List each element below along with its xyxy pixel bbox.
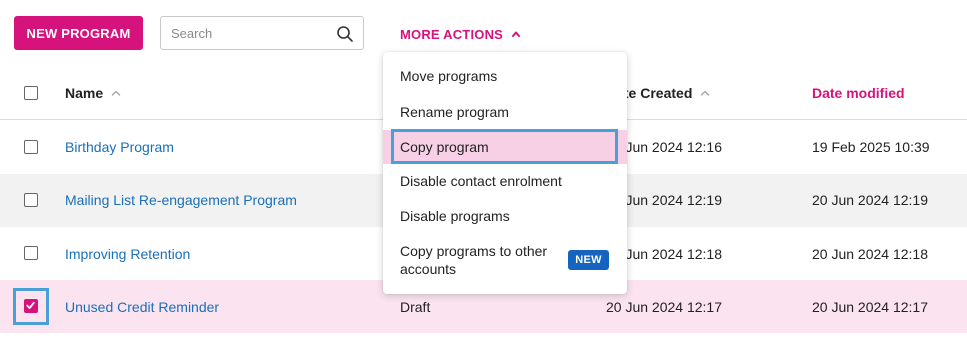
search-input[interactable] — [171, 25, 331, 41]
column-header-date-modified[interactable]: Date modified — [812, 85, 905, 101]
search-box[interactable] — [160, 16, 364, 50]
row-checkbox[interactable] — [24, 193, 38, 207]
program-name-link[interactable]: Improving Retention — [65, 246, 190, 262]
new-program-button[interactable]: NEW PROGRAM — [14, 16, 143, 50]
select-all-checkbox[interactable] — [24, 86, 38, 100]
menu-item-label: Disable programs — [400, 208, 510, 224]
program-name-link[interactable]: Birthday Program — [65, 139, 174, 155]
row-checkbox[interactable] — [24, 246, 38, 260]
column-header-name-label: Name — [65, 85, 104, 101]
menu-item-label: Copy programs to other accounts — [400, 243, 548, 277]
chevron-up-icon — [512, 31, 521, 37]
program-name-link[interactable]: Unused Credit Reminder — [65, 299, 219, 315]
row-checkbox[interactable] — [24, 140, 38, 154]
date-modified: 20 Jun 2024 12:19 — [812, 192, 928, 208]
menu-item-copy-programs-to-other-accounts[interactable]: Copy programs to other accounts NEW — [383, 236, 627, 288]
program-name-link[interactable]: Mailing List Re-engagement Program — [65, 192, 297, 208]
date-modified: 20 Jun 2024 12:17 — [812, 299, 928, 315]
menu-item-label: Rename program — [400, 104, 509, 120]
sort-up-icon — [111, 90, 121, 96]
check-icon — [26, 301, 35, 309]
new-badge: NEW — [568, 250, 609, 270]
date-modified: 19 Feb 2025 10:39 — [812, 139, 930, 155]
sort-up-icon — [701, 90, 710, 96]
menu-item-move-programs[interactable]: Move programs — [383, 58, 627, 95]
program-status: Draft — [400, 299, 431, 315]
menu-item-label: Move programs — [400, 68, 498, 84]
date-modified: 20 Jun 2024 12:18 — [812, 246, 928, 262]
column-header-name[interactable]: Name — [65, 85, 121, 101]
menu-item-disable-contact-enrolment[interactable]: Disable contact enrolment — [383, 164, 627, 199]
menu-item-rename-program[interactable]: Rename program — [383, 94, 627, 130]
column-header-date-modified-label: Date modified — [812, 85, 905, 101]
more-actions-button[interactable]: MORE ACTIONS — [400, 25, 521, 43]
date-created: 20 Jun 2024 12:17 — [606, 299, 722, 315]
menu-item-disable-programs[interactable]: Disable programs — [383, 199, 627, 234]
menu-item-label: Disable contact enrolment — [400, 173, 562, 189]
more-actions-label: MORE ACTIONS — [400, 26, 504, 42]
menu-item-label: Copy program — [400, 139, 489, 155]
menu-item-copy-program[interactable]: Copy program — [383, 130, 627, 164]
row-checkbox[interactable] — [24, 299, 38, 313]
more-actions-menu: Move programs Rename program Copy progra… — [383, 52, 627, 294]
search-icon[interactable] — [336, 25, 354, 43]
